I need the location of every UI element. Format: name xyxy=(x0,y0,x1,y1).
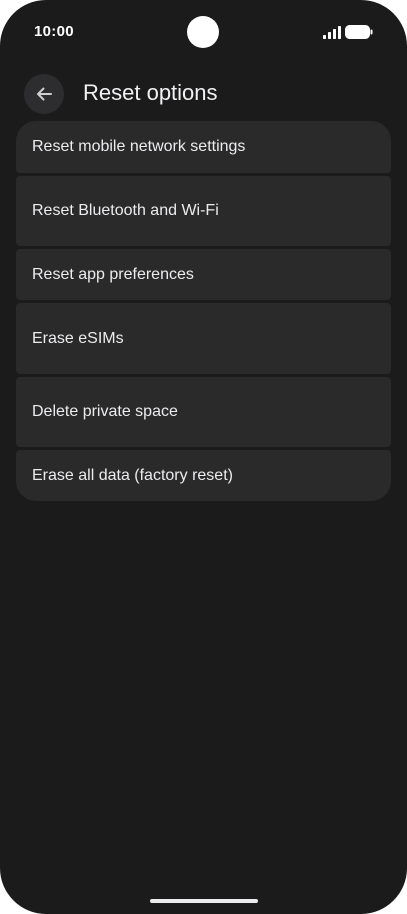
page-title: Reset options xyxy=(83,80,218,105)
top-app-bar: Reset options xyxy=(0,70,407,118)
home-indicator[interactable] xyxy=(150,899,258,903)
list-item-label: Delete private space xyxy=(32,403,178,420)
phone-screen: 10:00 Reset options Reset mobile network… xyxy=(0,0,407,914)
battery-icon xyxy=(345,25,373,39)
reset-bluetooth-wifi-item[interactable]: Reset Bluetooth and Wi-Fi xyxy=(16,176,391,246)
status-bar: 10:00 xyxy=(0,0,407,62)
signal-icon xyxy=(323,26,341,39)
erase-all-data-item[interactable]: Erase all data (factory reset) xyxy=(16,450,391,501)
delete-private-space-item[interactable]: Delete private space xyxy=(16,377,391,447)
list-item-label: Erase all data (factory reset) xyxy=(32,466,233,484)
arrow-left-icon xyxy=(37,87,52,101)
list-item-label: Erase eSIMs xyxy=(32,329,124,347)
reset-options-list: Reset mobile network settings Reset Blue… xyxy=(16,121,391,501)
status-time: 10:00 xyxy=(34,23,74,40)
back-button[interactable] xyxy=(24,74,64,114)
reset-mobile-network-item[interactable]: Reset mobile network settings xyxy=(16,121,391,173)
camera-cutout xyxy=(187,16,219,48)
list-item-label: Reset mobile network settings xyxy=(32,138,246,155)
list-item-label: Reset Bluetooth and Wi-Fi xyxy=(32,202,219,219)
list-item-label: Reset app preferences xyxy=(32,265,194,283)
erase-esims-item[interactable]: Erase eSIMs xyxy=(16,303,391,374)
reset-app-preferences-item[interactable]: Reset app preferences xyxy=(16,249,391,300)
